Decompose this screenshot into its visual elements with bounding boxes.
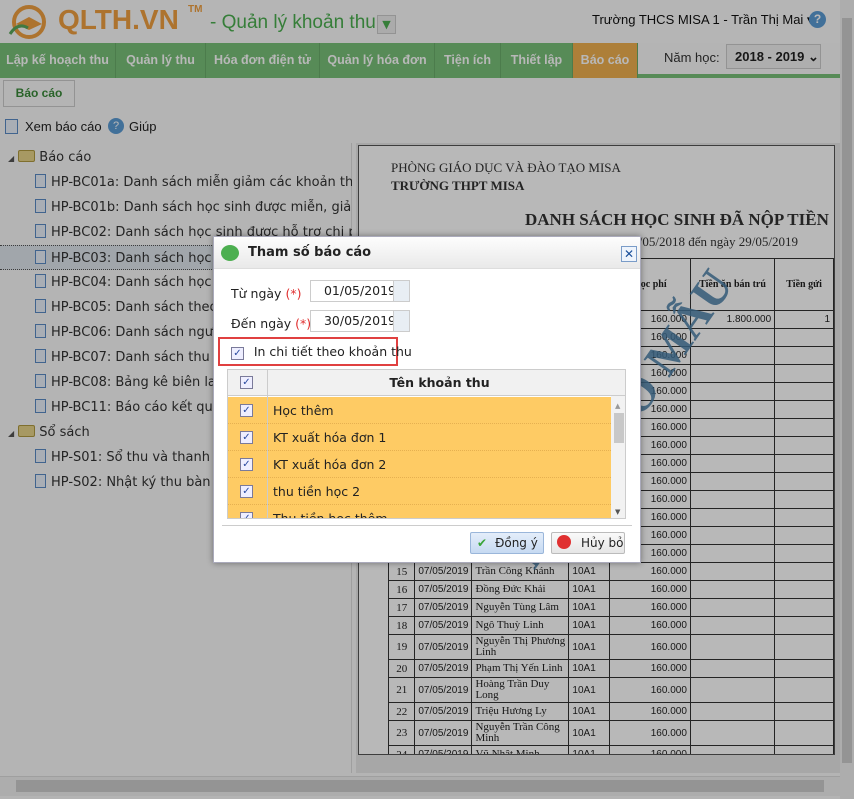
divider	[222, 525, 632, 526]
fee-item-label: Thu tiền học thêm	[273, 511, 388, 519]
ok-button[interactable]: ✔ Đồng ý	[470, 532, 544, 554]
fee-item-checkbox[interactable]: ✓	[240, 485, 253, 498]
calendar-icon[interactable]	[393, 280, 410, 302]
select-all-checkbox[interactable]: ✓	[240, 376, 253, 389]
fee-item-label: Học thêm	[273, 403, 334, 418]
fee-item-checkbox[interactable]: ✓	[240, 431, 253, 444]
detail-checkbox[interactable]: ✓	[231, 347, 244, 360]
dialog-title: Tham số báo cáo	[248, 245, 372, 260]
fee-item-row[interactable]: ✓ Thu tiền học thêm	[228, 505, 611, 519]
fee-item-row[interactable]: ✓ KT xuất hóa đơn 1	[228, 424, 611, 451]
fee-item-checkbox[interactable]: ✓	[240, 512, 253, 518]
fee-item-row[interactable]: ✓ thu tiền học 2	[228, 478, 611, 505]
report-icon	[221, 245, 239, 261]
grid-divider	[267, 370, 268, 518]
detail-checkbox-row[interactable]: ✓ In chi tiết theo khoản thu	[231, 344, 412, 360]
fee-item-label: KT xuất hóa đơn 2	[273, 457, 387, 472]
to-date-label: Đến ngày (*)	[231, 316, 312, 331]
fee-item-checkbox[interactable]: ✓	[240, 404, 253, 417]
report-params-dialog: Tham số báo cáo ✕ Từ ngày (*) 01/05/2019…	[213, 236, 641, 563]
fee-item-row[interactable]: ✓ KT xuất hóa đơn 2	[228, 451, 611, 478]
grid-header: ✓ Tên khoản thu	[228, 370, 625, 396]
cancel-icon	[557, 535, 571, 549]
fee-item-row[interactable]: ✓ Học thêm	[228, 397, 611, 424]
close-icon[interactable]: ✕	[621, 246, 637, 262]
fee-items-grid: ✓ Tên khoản thu ✓ Học thêm ✓ KT xuất hóa đơ…	[227, 369, 626, 519]
fee-item-label: KT xuất hóa đơn 1	[273, 430, 387, 445]
grid-header-name: Tên khoản thu	[389, 375, 490, 390]
fee-item-checkbox[interactable]: ✓	[240, 458, 253, 471]
calendar-icon[interactable]	[393, 310, 410, 332]
cancel-button[interactable]: Hủy bỏ	[551, 532, 625, 554]
fee-item-label: thu tiền học 2	[273, 484, 361, 499]
from-date-label: Từ ngày (*)	[231, 286, 302, 301]
dialog-titlebar: Tham số báo cáo ✕	[214, 237, 640, 269]
grid-scrollbar[interactable]: ▲ ▼	[611, 396, 625, 518]
check-icon: ✔	[477, 536, 488, 550]
